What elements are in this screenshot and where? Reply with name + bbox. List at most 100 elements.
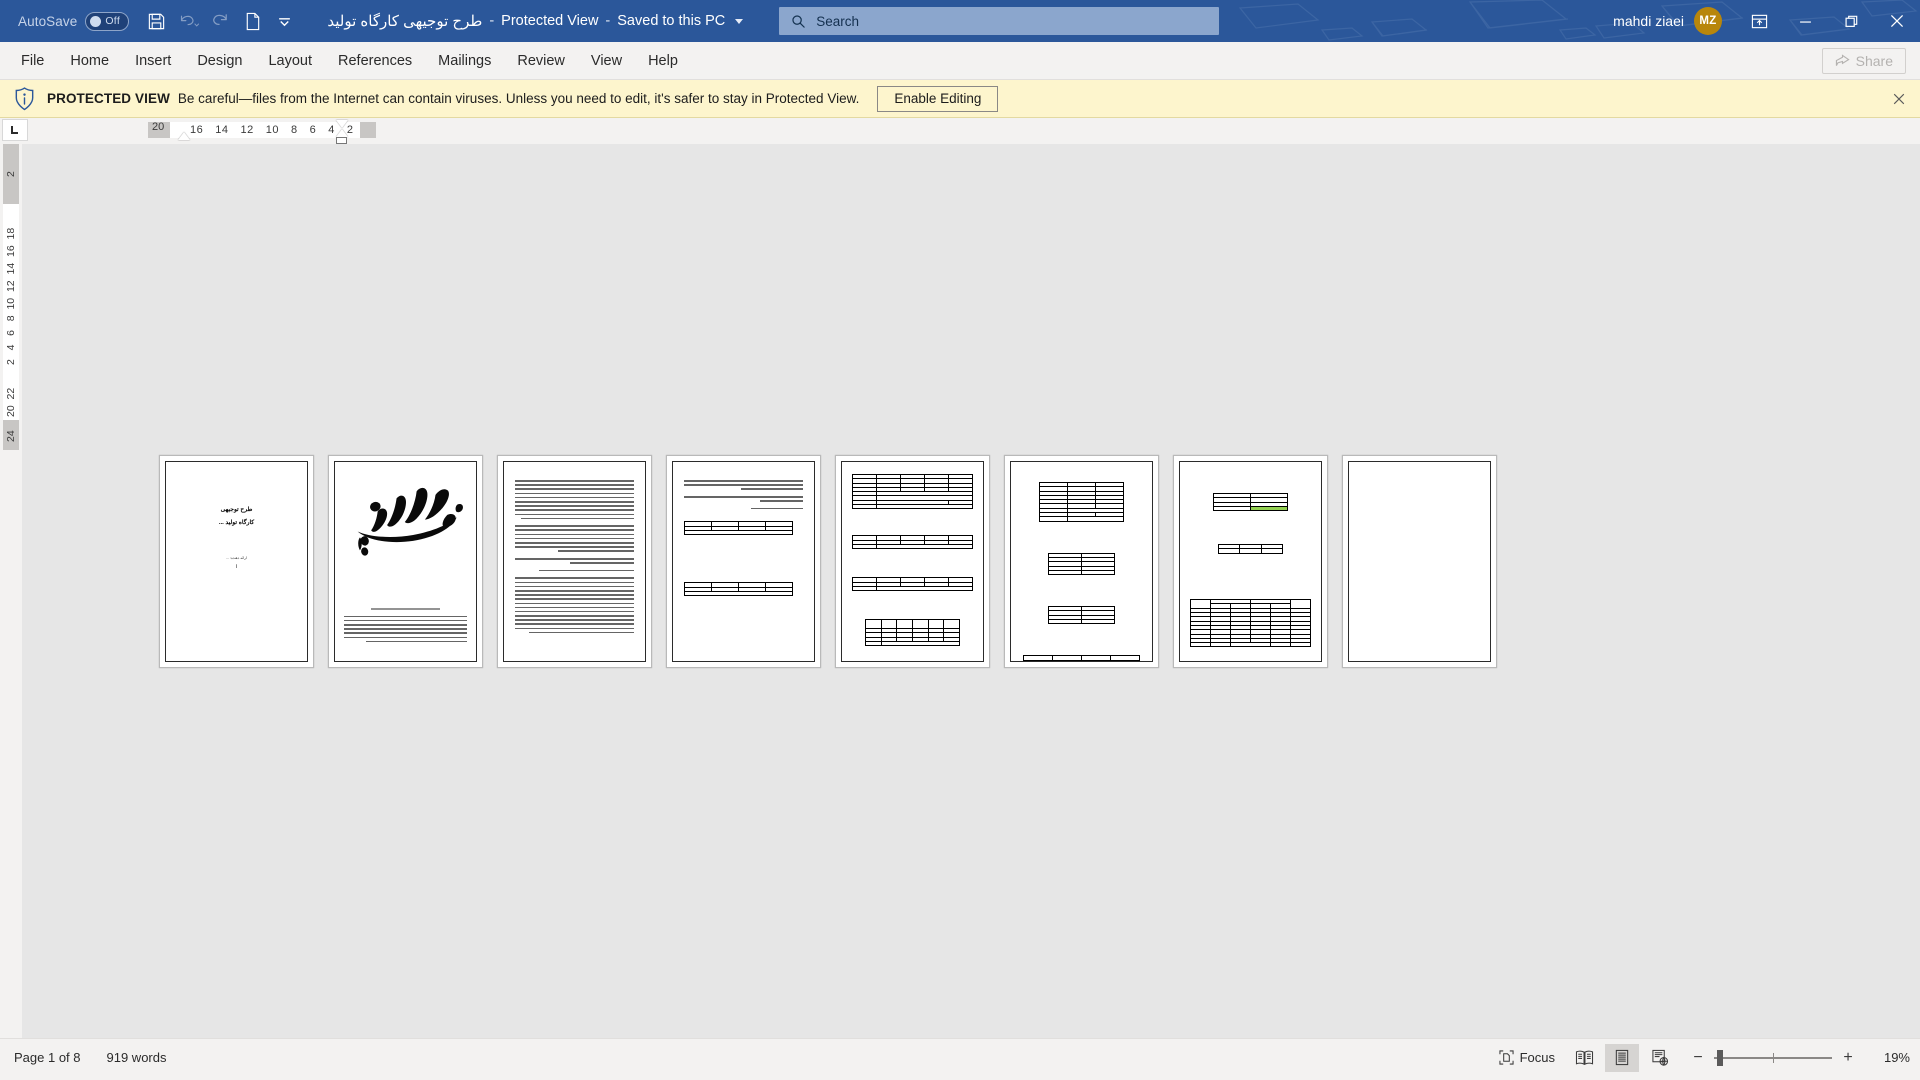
save-button[interactable] [141, 6, 171, 36]
autosave-toggle[interactable]: Off [85, 11, 130, 31]
page-indicator[interactable]: Page 1 of 8 [14, 1050, 81, 1065]
word-count[interactable]: 919 words [107, 1050, 167, 1065]
document-title[interactable]: طرح توجیهی کارگاه تولید - Protected View… [327, 12, 744, 30]
table[interactable] [1047, 606, 1116, 625]
restore-button[interactable] [1828, 0, 1874, 42]
tab-stop-selector-button[interactable] [2, 119, 28, 141]
new-document-button[interactable] [237, 6, 267, 36]
table[interactable] [1212, 492, 1289, 512]
page-4-table-1-wrap [683, 521, 803, 538]
tab-layout[interactable]: Layout [255, 42, 325, 80]
ribbon-display-options-button[interactable] [1736, 0, 1782, 42]
share-button[interactable]: Share [1821, 47, 1906, 74]
table[interactable] [1217, 544, 1284, 554]
read-mode-button[interactable] [1567, 1044, 1601, 1072]
focus-mode-button[interactable]: Focus [1491, 1044, 1563, 1072]
tab-references[interactable]: References [325, 42, 425, 80]
pages-canvas[interactable]: طرح توجیهی کارگاه تولید ... ارائه دهنده:… [22, 144, 1920, 1038]
page-3-paragraph-4 [515, 569, 634, 572]
bismillah-calligraphy-icon [357, 487, 463, 556]
zoom-out-button[interactable]: − [1691, 1049, 1705, 1067]
minimize-icon [1799, 20, 1811, 23]
autosave-state-label: Off [105, 15, 121, 27]
enable-editing-button[interactable]: Enable Editing [877, 85, 999, 112]
table[interactable] [1047, 552, 1116, 576]
page-8-inner [1348, 461, 1491, 662]
page-5[interactable] [835, 455, 990, 668]
page-7[interactable] [1173, 455, 1328, 668]
page-5-caption-3 [852, 601, 973, 605]
document-area: 2 2 4 6 8 10 12 14 16 18 20 22 24 طرح تو… [0, 144, 1920, 1038]
autosave-toggle-knob [90, 15, 102, 27]
first-line-indent-marker[interactable] [178, 132, 190, 140]
tab-view[interactable]: View [578, 42, 635, 80]
page-2[interactable] [328, 455, 483, 668]
table[interactable] [1023, 655, 1140, 661]
page-4-paragraph-2 [684, 495, 803, 502]
vruler-mark-24: 24 [5, 430, 17, 442]
hanging-indent-marker-top[interactable] [336, 120, 348, 128]
ruler-row: 16 14 12 10 8 6 4 2 20 [0, 118, 1920, 144]
page-3[interactable] [497, 455, 652, 668]
page-3-paragraph-3 [515, 558, 634, 564]
tab-review[interactable]: Review [504, 42, 578, 80]
title-dropdown-icon[interactable] [735, 18, 744, 24]
page-1[interactable]: طرح توجیهی کارگاه تولید ... ارائه دهنده:… [159, 455, 314, 668]
page-4[interactable] [666, 455, 821, 668]
tab-design[interactable]: Design [184, 42, 255, 80]
page-6-inner [1010, 461, 1153, 662]
page-8[interactable] [1342, 455, 1497, 668]
zoom-level[interactable]: 19% [1870, 1050, 1910, 1065]
page-5-caption-1 [852, 519, 973, 523]
table[interactable] [852, 473, 973, 510]
highlighted-cell-light-green[interactable] [1250, 505, 1289, 512]
hruler-mark-10: 10 [265, 124, 279, 136]
undo-button[interactable] [173, 6, 203, 36]
autosave-control[interactable]: AutoSave Off [6, 0, 139, 42]
zoom-slider[interactable] [1714, 1049, 1832, 1066]
hanging-indent-marker-bottom[interactable] [336, 129, 348, 137]
hruler-mark-6: 6 [309, 124, 317, 136]
chevron-down-icon [278, 17, 290, 26]
tab-insert[interactable]: Insert [122, 42, 184, 80]
page-5-caption-2 [852, 559, 973, 563]
page-6[interactable] [1004, 455, 1159, 668]
account-name[interactable]: mahdi ziaei [1613, 13, 1684, 29]
page-4-paragraph-3 [684, 507, 803, 510]
tab-home[interactable]: Home [57, 42, 122, 80]
customize-quick-access-button[interactable] [269, 6, 299, 36]
page-4-table-caption-1 [684, 515, 803, 519]
table[interactable] [865, 619, 960, 647]
minimize-button[interactable] [1782, 0, 1828, 42]
vertical-ruler[interactable]: 2 2 4 6 8 10 12 14 16 18 20 22 24 [0, 144, 22, 1038]
web-layout-button[interactable] [1643, 1044, 1677, 1072]
print-layout-button[interactable] [1605, 1043, 1639, 1072]
page-3-paragraph-1 [515, 480, 634, 520]
table[interactable] [852, 577, 973, 592]
search-input[interactable]: Search [779, 7, 1220, 35]
close-button[interactable] [1874, 0, 1920, 42]
avatar[interactable]: MZ [1694, 7, 1722, 35]
page-3-paragraph-5 [515, 577, 634, 634]
table[interactable] [683, 582, 794, 597]
zoom-slider-thumb[interactable] [1717, 1049, 1723, 1066]
table[interactable] [683, 521, 794, 536]
vruler-top-mark: 2 [5, 171, 17, 177]
table[interactable] [852, 535, 973, 550]
document-name: طرح توجیهی کارگاه تولید [327, 13, 483, 30]
tab-help[interactable]: Help [635, 42, 691, 80]
zoom-in-button[interactable]: + [1841, 1049, 1855, 1067]
title-separator-1: - [489, 13, 495, 29]
tab-mailings[interactable]: Mailings [425, 42, 504, 80]
table[interactable] [1039, 481, 1124, 522]
read-mode-icon [1575, 1050, 1593, 1065]
close-protected-view-bar-button[interactable] [1888, 88, 1910, 110]
tab-file[interactable]: File [8, 42, 57, 80]
page-6-caption-3 [1023, 637, 1140, 641]
left-indent-marker[interactable] [336, 137, 347, 144]
table[interactable] [1190, 598, 1311, 648]
hruler-mark-14: 14 [215, 124, 229, 136]
horizontal-ruler-numbers: 16 14 12 10 8 6 4 2 [184, 122, 360, 138]
redo-button[interactable] [205, 6, 235, 36]
page-3-paragraph-2 [515, 525, 634, 552]
